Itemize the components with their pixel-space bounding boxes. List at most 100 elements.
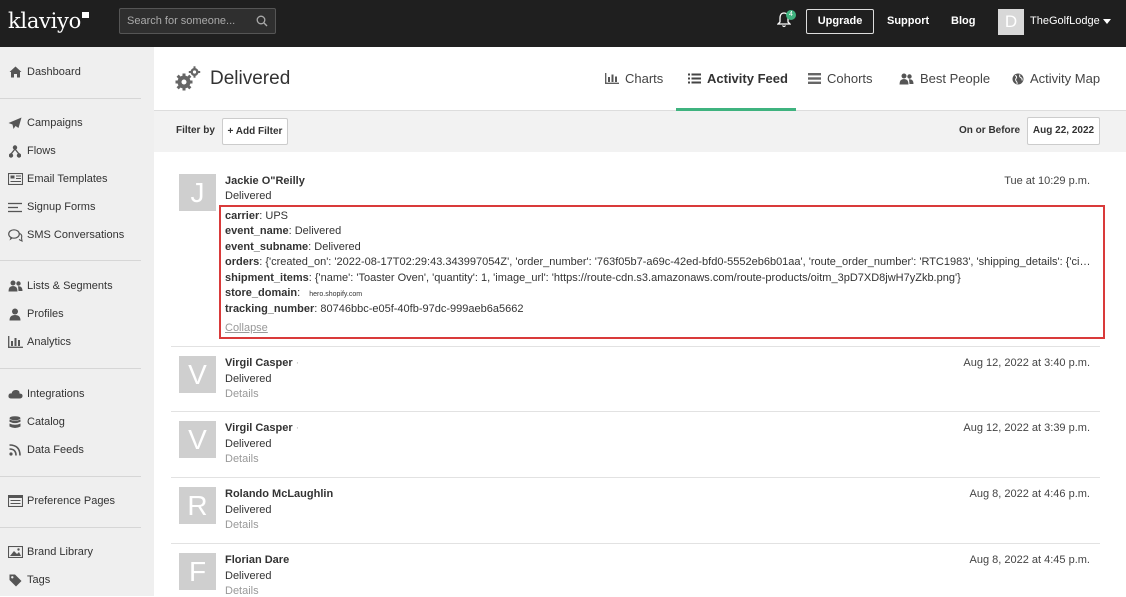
tab-label: Cohorts	[827, 71, 873, 86]
tab-activity-feed[interactable]: Activity Feed	[688, 71, 788, 86]
image-icon	[7, 545, 23, 559]
sidebar-item-dashboard[interactable]: Dashboard	[7, 63, 81, 81]
bar-chart-icon	[7, 335, 23, 349]
search-box[interactable]	[119, 8, 276, 34]
klaviyo-logo[interactable]: klaviyo	[8, 9, 89, 33]
sidebar-item-analytics[interactable]: Analytics	[7, 333, 71, 351]
flows-icon	[7, 144, 23, 158]
logo-text: klaviyo	[8, 9, 81, 33]
cloud-icon	[7, 387, 23, 401]
event-name: Delivered	[225, 504, 272, 516]
event-timestamp: Aug 8, 2022 at 4:46 p.m.	[969, 488, 1090, 500]
cohorts-icon	[808, 73, 821, 84]
sidebar-item-catalog[interactable]: Catalog	[7, 413, 65, 431]
property-value: 80746bbc-e05f-40fb-97dc-999aeb6a5662	[320, 303, 524, 315]
filter-by-label: Filter by	[176, 125, 215, 136]
sidebar-divider	[0, 260, 141, 261]
property-row: store_domain: hero.shopify.com	[225, 287, 363, 299]
feed-item[interactable]: V Virgil Casper · Delivered Details Aug 1…	[171, 412, 1100, 477]
sidebar-divider	[0, 527, 141, 528]
property-value: Delivered	[294, 225, 342, 237]
user-icon	[7, 307, 23, 321]
property-key: event_name	[225, 225, 289, 237]
tab-label: Activity Feed	[707, 71, 788, 86]
collapse-link[interactable]: Collapse	[225, 322, 268, 334]
property-row: event_name: Delivered	[225, 225, 342, 237]
date-picker-input[interactable]: Aug 22, 2022	[1027, 117, 1100, 145]
search-icon[interactable]	[256, 15, 268, 27]
profile-name-link[interactable]: Virgil Casper ·	[225, 357, 299, 369]
account-chevron-down-icon[interactable]	[1103, 19, 1111, 24]
tab-activity-map[interactable]: Activity Map	[1012, 71, 1100, 86]
details-link[interactable]: Details	[225, 388, 259, 400]
database-icon	[7, 415, 23, 429]
property-key: store_domain	[225, 287, 298, 299]
feed-item[interactable]: F Florian Dare Delivered Details Aug 8, …	[171, 544, 1100, 597]
tab-cohorts[interactable]: Cohorts	[808, 71, 873, 86]
account-avatar[interactable]: D	[998, 9, 1024, 35]
tab-label: Charts	[625, 71, 664, 86]
sidebar-item-campaigns[interactable]: Campaigns	[7, 114, 83, 132]
property-row: event_subname: Delivered	[225, 241, 361, 253]
add-filter-button[interactable]: + Add Filter	[222, 118, 288, 145]
bar-chart-icon	[605, 73, 619, 84]
sidebar-item-data-feeds[interactable]: Data Feeds	[7, 441, 84, 459]
account-name[interactable]: TheGolfLodge	[1030, 15, 1100, 27]
upgrade-button[interactable]: Upgrade	[806, 9, 874, 34]
blog-link[interactable]: Blog	[951, 15, 975, 27]
on-or-before-label: On or Before	[959, 125, 1021, 136]
sidebar-item-tags[interactable]: Tags	[7, 571, 50, 589]
feed-item[interactable]: R Rolando McLaughlin Delivered Details A…	[171, 478, 1100, 543]
details-link[interactable]: Details	[225, 585, 259, 597]
sidebar-item-integrations[interactable]: Integrations	[7, 385, 84, 403]
sidebar-item-lists-segments[interactable]: Lists & Segments	[7, 277, 113, 295]
property-key: shipment_items	[225, 272, 309, 284]
profile-name-link[interactable]: Jackie O"Reilly	[225, 175, 305, 187]
event-timestamp: Aug 8, 2022 at 4:45 p.m.	[969, 554, 1090, 566]
sidebar-item-flows[interactable]: Flows	[7, 142, 56, 160]
sidebar-item-label: Email Templates	[27, 173, 108, 185]
details-link[interactable]: Details	[225, 453, 259, 465]
home-icon	[7, 65, 23, 79]
tag-icon	[7, 573, 23, 587]
feed-item[interactable]: V Virgil Casper · Delivered Details Aug 1…	[171, 347, 1100, 411]
event-timestamp: Tue at 10:29 p.m.	[1004, 175, 1090, 187]
chat-icon	[7, 228, 23, 242]
property-value: {'created_on': '2022-08-17T02:29:43.3439…	[265, 256, 1093, 268]
property-value: UPS	[265, 210, 289, 222]
sidebar-divider	[0, 98, 141, 99]
sidebar-item-label: Campaigns	[27, 117, 83, 129]
globe-icon	[1012, 73, 1024, 85]
tab-label: Activity Map	[1030, 71, 1101, 86]
sidebar-item-label: Dashboard	[27, 66, 81, 78]
event-name: Delivered	[225, 373, 272, 385]
property-key: event_subname	[225, 241, 309, 253]
event-name: Delivered	[225, 570, 272, 582]
profile-name-link[interactable]: Florian Dare	[225, 554, 289, 566]
email-template-icon	[7, 172, 23, 186]
support-link[interactable]: Support	[887, 15, 929, 27]
property-value: hero.shopify.com	[309, 291, 363, 298]
search-input[interactable]	[120, 9, 250, 33]
sidebar-item-brand-library[interactable]: Brand Library	[7, 543, 93, 561]
avatar: R	[179, 487, 216, 524]
page-title: Delivered	[210, 68, 291, 89]
profile-name-link[interactable]: Virgil Casper ·	[225, 422, 299, 434]
tab-best-people[interactable]: Best People	[899, 71, 990, 86]
sidebar-item-sms-conversations[interactable]: SMS Conversations	[7, 226, 124, 244]
details-link[interactable]: Details	[225, 519, 259, 531]
sidebar-item-preference-pages[interactable]: Preference Pages	[7, 492, 115, 510]
list-icon	[688, 73, 701, 84]
sidebar-divider	[0, 368, 141, 369]
sidebar-item-signup-forms[interactable]: Signup Forms	[7, 198, 95, 216]
users-icon	[899, 73, 914, 85]
profile-name-link[interactable]: Rolando McLaughlin	[225, 488, 333, 500]
notification-badge: 4	[786, 10, 796, 20]
sidebar-divider	[0, 476, 141, 477]
sidebar-item-email-templates[interactable]: Email Templates	[7, 170, 108, 188]
tab-charts[interactable]: Charts	[605, 71, 663, 86]
sidebar-item-profiles[interactable]: Profiles	[7, 305, 64, 323]
property-key: carrier	[225, 210, 260, 222]
avatar: V	[179, 421, 216, 458]
event-name: Delivered	[225, 438, 272, 450]
